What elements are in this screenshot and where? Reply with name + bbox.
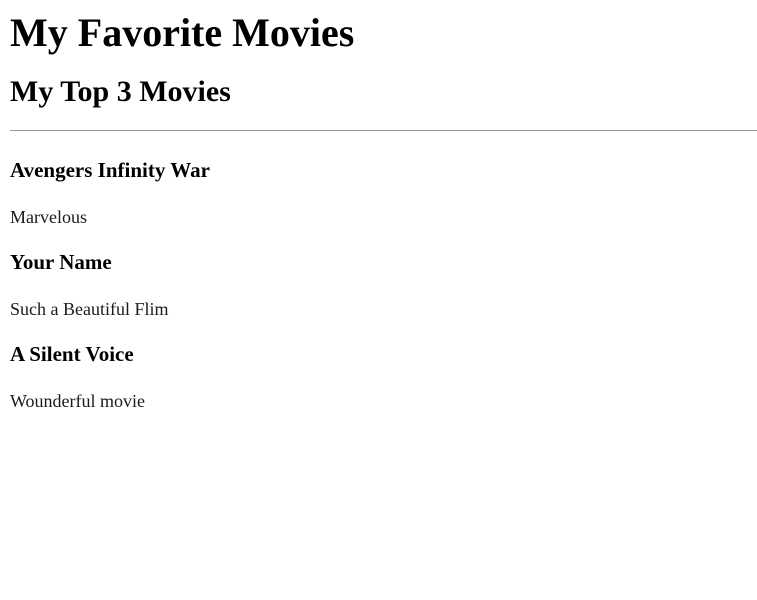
movie-list: Avengers Infinity War Marvelous Your Nam… bbox=[10, 157, 757, 413]
movie-title: Avengers Infinity War bbox=[10, 158, 210, 182]
movie-title: Your Name bbox=[10, 250, 112, 274]
divider bbox=[10, 130, 757, 131]
movie-item: Your Name Such a Beautiful Flim bbox=[10, 249, 757, 321]
movie-item: Avengers Infinity War Marvelous bbox=[10, 157, 757, 229]
movie-review: Marvelous bbox=[10, 207, 87, 227]
movie-review: Such a Beautiful Flim bbox=[10, 299, 169, 319]
page-title: My Favorite Movies bbox=[10, 10, 355, 55]
page-content: My Favorite Movies My Top 3 Movies Aveng… bbox=[0, 9, 757, 413]
movie-review: Wounderful movie bbox=[10, 391, 146, 411]
movie-title: A Silent Voice bbox=[10, 342, 134, 366]
page-subtitle: My Top 3 Movies bbox=[10, 75, 231, 108]
movie-item: A Silent Voice Wounderful movie bbox=[10, 341, 757, 413]
